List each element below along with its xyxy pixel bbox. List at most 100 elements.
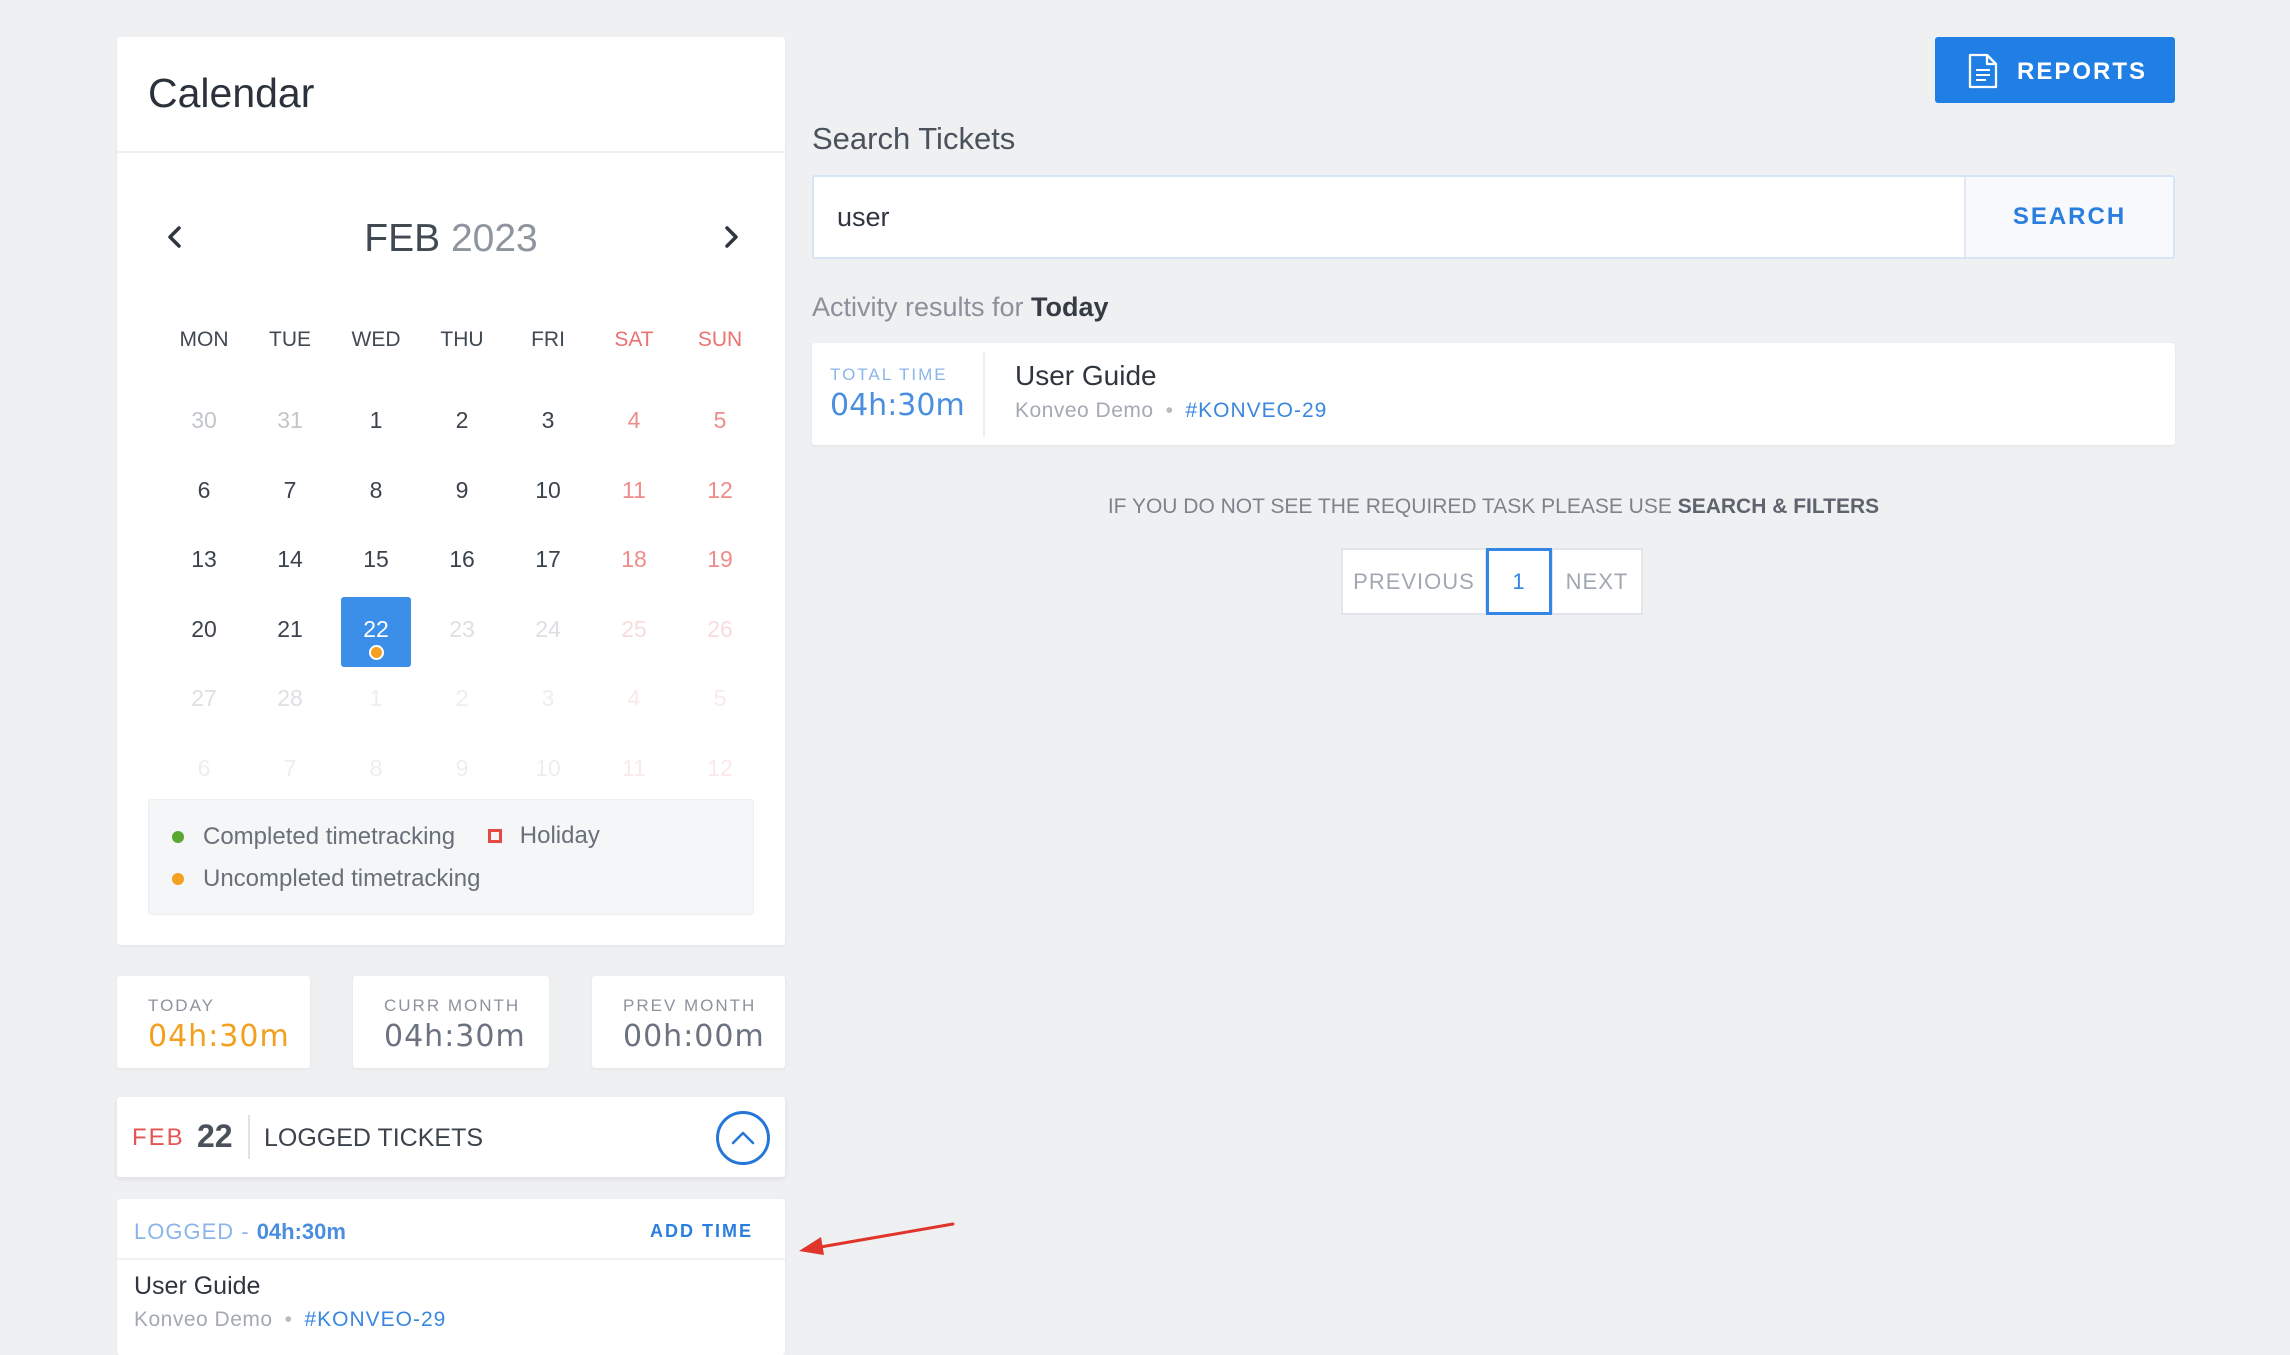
stat-prev-month: PREV MONTH 00h:00m <box>592 976 785 1068</box>
day-cell[interactable]: 11 <box>591 736 677 806</box>
day-cell[interactable]: 26 <box>677 597 763 667</box>
day-cell[interactable]: 10 <box>505 458 591 528</box>
day-cell[interactable]: 31 <box>247 388 333 458</box>
logged-ticket-key-link[interactable]: #KONVEO-29 <box>304 1308 446 1331</box>
day-cell[interactable]: 2 <box>419 388 505 458</box>
day-cell[interactable]: 3 <box>505 388 591 458</box>
day-cell[interactable]: 9 <box>419 458 505 528</box>
green-dot-icon <box>172 831 184 843</box>
day-cell[interactable]: 19 <box>677 527 763 597</box>
day-number: 13 <box>191 546 217 572</box>
day-number: 1 <box>369 407 383 433</box>
day-cell[interactable]: 7 <box>247 458 333 528</box>
day-cell[interactable]: 8 <box>333 736 419 806</box>
weekday-label: SUN <box>697 328 743 351</box>
day-cell[interactable]: 27 <box>161 666 247 736</box>
day-cell[interactable]: 6 <box>161 736 247 806</box>
day-cell[interactable]: 12 <box>677 736 763 806</box>
document-icon <box>1968 53 1998 89</box>
add-time-button[interactable]: ADD TIME <box>650 1221 753 1242</box>
day-cell[interactable]: 7 <box>247 736 333 806</box>
activity-prefix: Activity results for <box>812 292 1032 322</box>
day-number: 2 <box>455 685 469 711</box>
day-number: 21 <box>277 615 303 642</box>
logged-ticket-title[interactable]: User Guide <box>134 1272 260 1301</box>
chevron-up-icon <box>731 1131 755 1145</box>
search-hint: IF YOU DO NOT SEE THE REQUIRED TASK PLEA… <box>812 495 2175 519</box>
day-cell[interactable]: 16 <box>419 527 505 597</box>
search-title: Search Tickets <box>812 121 1016 156</box>
day-number: 3 <box>541 685 555 711</box>
day-cell[interactable]: 6 <box>161 458 247 528</box>
logged-ticket-meta: Konveo Demo • #KONVEO-29 <box>134 1308 446 1332</box>
hint-emphasis: SEARCH & FILTERS <box>1677 495 1880 518</box>
day-number: 12 <box>707 754 733 781</box>
next-page-button[interactable]: NEXT <box>1551 548 1643 615</box>
result-meta: Konveo Demo • #KONVEO-29 <box>1015 399 1327 423</box>
legend-uncompleted: Uncompleted timetracking <box>172 865 480 893</box>
search-input[interactable] <box>814 177 1964 257</box>
logged-summary: LOGGED - 04h:30m <box>134 1219 346 1245</box>
pagination: PREVIOUS 1 NEXT <box>1341 548 1643 615</box>
result-project: Konveo Demo <box>1015 399 1154 422</box>
day-cell[interactable]: 3 <box>505 666 591 736</box>
day-cell[interactable]: 8 <box>333 458 419 528</box>
result-key-link[interactable]: #KONVEO-29 <box>1185 399 1327 422</box>
day-number: 4 <box>627 407 641 433</box>
day-number: 24 <box>535 615 561 642</box>
result-title[interactable]: User Guide <box>1015 360 1157 392</box>
day-cell[interactable]: 25 <box>591 597 677 667</box>
day-number: 26 <box>707 615 733 642</box>
day-cell[interactable]: 18 <box>591 527 677 597</box>
day-cell[interactable]: 5 <box>677 666 763 736</box>
day-cell[interactable]: 5 <box>677 388 763 458</box>
day-cell[interactable]: 2 <box>419 666 505 736</box>
day-cell[interactable]: 23 <box>419 597 505 667</box>
weekday-label: THU <box>440 328 484 351</box>
month-label: FEB 2023 <box>117 217 785 261</box>
day-number: 11 <box>622 476 646 503</box>
logged-value: 04h:30m <box>256 1219 346 1244</box>
days-grid: 30 31 1 2 3 4 5 6 7 8 9 10 11 12 13 14 15 16 17 18 19 20 21 22 2… <box>161 388 765 805</box>
day-number: 8 <box>369 754 383 781</box>
collapse-toggle-button[interactable] <box>716 1111 770 1165</box>
day-cell[interactable]: 21 <box>247 597 333 667</box>
previous-page-button[interactable]: PREVIOUS <box>1341 548 1487 615</box>
day-cell[interactable]: 1 <box>333 666 419 736</box>
holiday-square-icon <box>487 829 502 843</box>
reports-label: REPORTS <box>2017 58 2148 85</box>
day-cell[interactable]: 15 <box>333 527 419 597</box>
search-button[interactable]: SEARCH <box>1964 177 2173 257</box>
current-page-button[interactable]: 1 <box>1486 548 1552 615</box>
day-number: 7 <box>283 754 297 781</box>
logged-label: LOGGED - <box>134 1219 257 1244</box>
day-number: 10 <box>535 476 561 503</box>
result-card[interactable]: TOTAL TIME 04h:30m User Guide Konveo Dem… <box>812 343 2175 445</box>
day-number: 28 <box>277 685 303 711</box>
day-cell[interactable]: 12 <box>677 458 763 528</box>
divider <box>117 151 785 153</box>
stat-today-label: TODAY <box>148 996 215 1015</box>
day-number: 23 <box>449 615 475 642</box>
month-name: FEB <box>364 217 441 260</box>
day-cell[interactable]: 30 <box>161 388 247 458</box>
chevron-right-icon[interactable] <box>709 215 753 259</box>
day-cell[interactable]: 11 <box>591 458 677 528</box>
day-cell[interactable]: 4 <box>591 666 677 736</box>
day-cell[interactable]: 13 <box>161 527 247 597</box>
day-cell[interactable]: 28 <box>247 666 333 736</box>
day-number: 3 <box>541 407 555 433</box>
day-cell[interactable]: 14 <box>247 527 333 597</box>
day-cell[interactable]: 17 <box>505 527 591 597</box>
day-cell[interactable]: 20 <box>161 597 247 667</box>
day-cell[interactable]: 4 <box>591 388 677 458</box>
day-cell[interactable]: 1 <box>333 388 419 458</box>
reports-button[interactable]: REPORTS <box>1935 37 2175 103</box>
day-number: 10 <box>535 754 561 781</box>
day-cell-selected[interactable]: 22 <box>333 596 419 666</box>
day-cell[interactable]: 10 <box>505 736 591 806</box>
day-number: 11 <box>622 754 646 781</box>
day-cell[interactable]: 9 <box>419 736 505 806</box>
day-number: 25 <box>621 615 647 642</box>
day-cell[interactable]: 24 <box>505 597 591 667</box>
